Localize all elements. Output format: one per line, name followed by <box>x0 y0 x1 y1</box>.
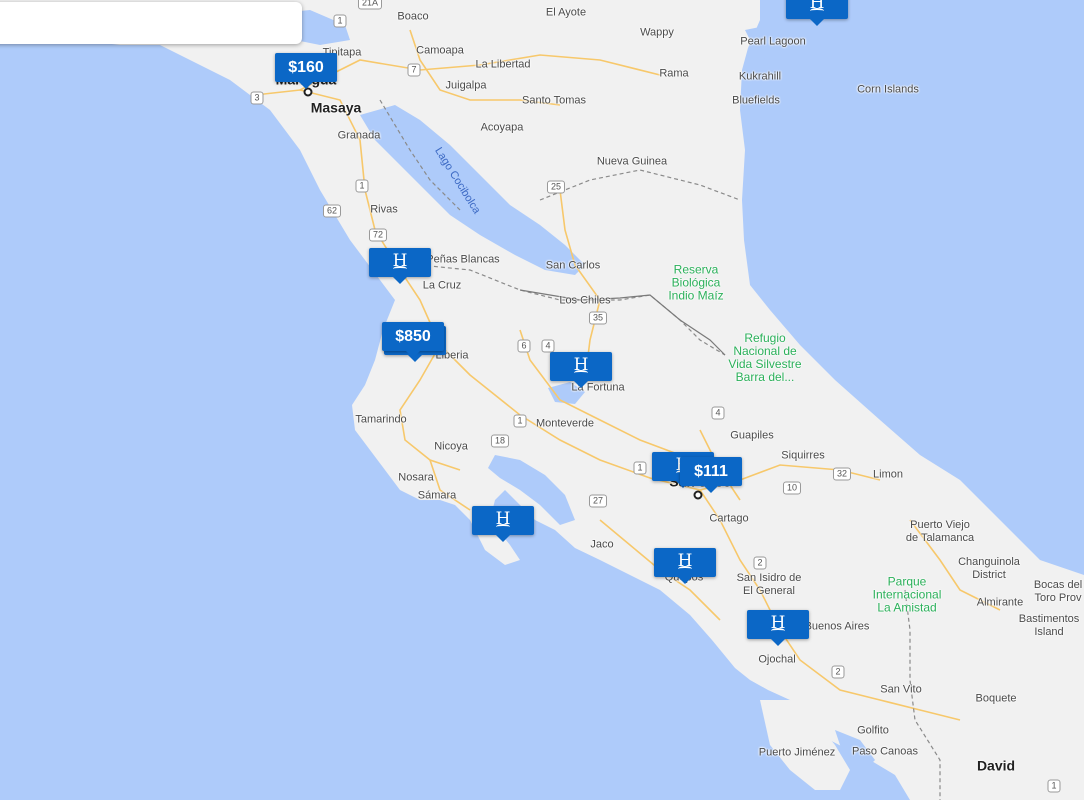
road-shield: 32 <box>832 467 852 481</box>
road-shield: 27 <box>588 494 608 508</box>
hotel-marker[interactable]: H <box>550 352 612 388</box>
label-camoapa: Camoapa <box>416 44 464 57</box>
road-shield: 18 <box>490 434 510 448</box>
label-san-isidro: San Isidro de El General <box>736 572 802 597</box>
label-puerto-viejo: Puerto Viejo de Talamanca <box>905 519 975 544</box>
road-shield: 1 <box>333 14 347 28</box>
label-wappy: Wappy <box>640 26 674 39</box>
label-parque-la-amistad: Parque Internacional La Amistad <box>872 574 942 615</box>
road-shield: 1 <box>513 414 527 428</box>
label-santo-tomas: Santo Tomas <box>521 94 587 107</box>
road-shield: 1 <box>633 461 647 475</box>
label-boaco: Boaco <box>397 10 429 23</box>
label-los-chiles: Los Chiles <box>559 294 611 307</box>
label-jaco: Jaco <box>590 538 614 551</box>
label-rivas: Rivas <box>370 203 398 216</box>
label-masaya: Masaya <box>310 99 362 116</box>
road-shield: 4 <box>541 339 555 353</box>
label-reserva-indio-maiz: Reserva Biológica Indio Maíz <box>668 262 724 303</box>
hotel-icon: H <box>809 0 825 13</box>
label-cartago: Cartago <box>709 512 749 525</box>
label-bastimentos: Bastimentos Island <box>1018 613 1080 638</box>
label-acoyapa: Acoyapa <box>480 121 524 134</box>
label-monteverde: Monteverde <box>535 417 595 430</box>
hotel-marker[interactable]: H <box>786 0 848 26</box>
city-dot-san-jose <box>693 490 703 500</box>
map-canvas[interactable]: Managua Masaya Granada Boaco El Ayote Wa… <box>0 0 1084 800</box>
hotel-icon: H <box>495 508 511 529</box>
hotel-icon: H <box>573 354 589 375</box>
road-shield: 1 <box>355 179 369 193</box>
label-changuinola: Changuinola District <box>958 556 1020 581</box>
label-penas-blancas: Peñas Blancas <box>426 253 500 266</box>
road-shield: 62 <box>322 204 342 218</box>
label-guapiles: Guapiles <box>730 429 774 442</box>
label-rama: Rama <box>659 67 689 80</box>
label-bluefields: Bluefields <box>732 94 780 107</box>
label-san-carlos: San Carlos <box>545 259 601 272</box>
label-samara: Sámara <box>417 489 457 502</box>
road-shield: 7 <box>407 63 421 77</box>
road-shield: 35 <box>588 311 608 325</box>
label-puerto-jimenez: Puerto Jiménez <box>758 746 836 759</box>
label-boquete: Boquete <box>975 692 1017 705</box>
label-siquirres: Siquirres <box>781 449 825 462</box>
hotel-marker[interactable]: H <box>747 610 809 646</box>
road-shield: 72 <box>368 228 388 242</box>
road-shield: 10 <box>782 481 802 495</box>
road-shield: 1 <box>1047 779 1061 793</box>
price-marker-850[interactable]: $850 <box>382 322 444 358</box>
label-tamarindo: Tamarindo <box>355 413 407 426</box>
road-shield: 6 <box>517 339 531 353</box>
road-shield: 4 <box>711 406 725 420</box>
road-shield: 3 <box>250 91 264 105</box>
label-bocas-del-toro: Bocas del Toro Prov <box>1033 579 1083 604</box>
label-david: David <box>976 757 1016 774</box>
price-label: $850 <box>395 327 431 345</box>
label-nueva-guinea: Nueva Guinea <box>596 155 668 168</box>
map-base <box>0 0 1084 800</box>
label-corn-islands: Corn Islands <box>857 83 919 96</box>
road-shield: 2 <box>753 556 767 570</box>
road-shield: 2 <box>831 665 845 679</box>
label-nosara: Nosara <box>398 471 434 484</box>
hotel-icon: H <box>392 250 408 271</box>
label-refugio: Refugio Nacional de Vida Silvestre Barra… <box>728 331 802 384</box>
label-paso-canoas: Paso Canoas <box>851 745 919 758</box>
label-granada: Granada <box>337 129 381 142</box>
hotel-marker[interactable]: H <box>369 248 431 284</box>
search-box[interactable] <box>0 2 302 44</box>
label-la-libertad: La Libertad <box>475 58 531 71</box>
label-almirante: Almirante <box>976 596 1024 609</box>
hotel-marker[interactable]: H <box>472 506 534 542</box>
search-input[interactable] <box>0 2 302 44</box>
label-pearl-lagoon: Pearl Lagoon <box>740 35 806 48</box>
price-label: $111 <box>694 462 728 480</box>
price-marker-111[interactable]: $111 <box>680 457 742 493</box>
road-shield: 21A <box>357 0 383 10</box>
label-el-ayote: El Ayote <box>545 6 587 19</box>
label-kukrahill: Kukrahill <box>738 70 782 83</box>
label-golfito: Golfito <box>857 724 889 737</box>
hotel-marker[interactable]: H <box>654 548 716 584</box>
price-marker-160[interactable]: $160 <box>275 53 337 89</box>
road-shield: 25 <box>546 180 566 194</box>
hotel-icon: H <box>677 550 693 571</box>
label-juigalpa: Juigalpa <box>445 79 487 92</box>
label-san-vito: San Vito <box>880 683 922 696</box>
label-ojochal: Ojochal <box>758 653 796 666</box>
label-la-cruz: La Cruz <box>422 279 462 292</box>
label-buenos-aires: Buenos Aires <box>804 620 870 633</box>
hotel-icon: H <box>770 612 786 633</box>
label-limon: Limon <box>873 468 903 481</box>
price-label: $160 <box>288 58 324 76</box>
label-nicoya: Nicoya <box>434 440 468 453</box>
